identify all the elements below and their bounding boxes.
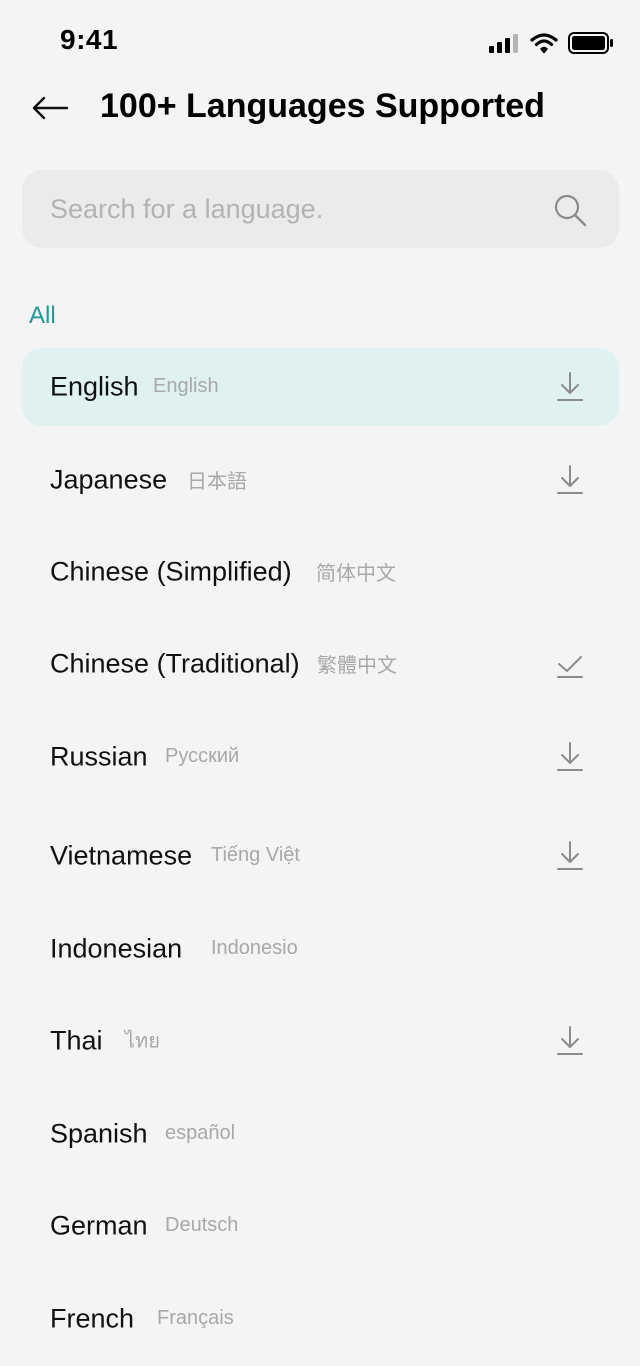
language-native-name: English — [153, 375, 219, 398]
status-time: 9:41 — [60, 24, 119, 55]
download-button[interactable] — [555, 463, 585, 497]
download-icon — [557, 1026, 583, 1055]
section-label-all: All — [29, 302, 56, 329]
language-native-name: Français — [157, 1307, 234, 1330]
language-row[interactable]: Japanese 日本語 — [22, 441, 619, 519]
language-row[interactable]: Chinese (Traditional) 繁體中文 — [22, 625, 619, 703]
language-name: Spanish — [50, 1118, 148, 1149]
language-selection-screen: 9:41 100+ Languages Supported Search for… — [0, 0, 640, 1366]
language-native-name: Русский — [165, 745, 240, 768]
page-title: 100+ Languages Supported — [100, 87, 545, 125]
language-row[interactable]: Indonesian Indonesio — [22, 910, 619, 988]
language-row[interactable]: English English — [22, 348, 619, 426]
language-row[interactable]: German Deutsch — [22, 1187, 619, 1265]
language-row[interactable]: Russian Русский — [22, 718, 619, 796]
download-button[interactable] — [555, 740, 585, 774]
download-button[interactable] — [555, 839, 585, 873]
language-name: Russian — [50, 741, 148, 772]
language-name: French — [50, 1303, 135, 1334]
download-icon — [557, 742, 583, 771]
downloaded-indicator — [555, 647, 585, 681]
search-box[interactable] — [22, 170, 619, 248]
download-icon — [557, 841, 583, 870]
language-native-name: 简体中文 — [316, 562, 396, 585]
header: 100+ Languages Supported — [0, 80, 640, 136]
language-native-name: Indonesio — [211, 937, 298, 960]
language-row[interactable]: Spanish español — [22, 1095, 619, 1173]
search-icon[interactable] — [553, 193, 587, 227]
language-row[interactable]: French Français — [22, 1280, 619, 1358]
language-native-name: Tiếng Việt — [211, 844, 300, 867]
download-icon — [557, 372, 583, 401]
language-name: German — [50, 1210, 148, 1241]
language-row[interactable]: Thai ไทย — [22, 1002, 619, 1080]
checkmark-icon — [557, 656, 583, 678]
language-name: Chinese (Simplified) — [50, 556, 292, 587]
language-name: Thai — [50, 1025, 103, 1056]
status-bar: 9:41 — [0, 0, 640, 80]
language-native-name: Deutsch — [165, 1214, 239, 1237]
search-input[interactable] — [50, 170, 530, 248]
cellular-signal-icon — [489, 34, 518, 53]
language-name: Chinese (Traditional) — [50, 648, 300, 679]
language-row[interactable]: Vietnamese Tiếng Việt — [22, 817, 619, 895]
language-native-name: 繁體中文 — [317, 654, 397, 677]
language-row[interactable]: Chinese (Simplified) 简体中文 — [22, 533, 619, 611]
download-button[interactable] — [555, 370, 585, 404]
download-button[interactable] — [555, 1024, 585, 1058]
language-name: English — [50, 371, 139, 402]
language-native-name: español — [165, 1122, 236, 1145]
language-native-name: ไทย — [125, 1030, 160, 1053]
battery-icon — [568, 32, 613, 54]
wifi-icon — [530, 33, 558, 54]
arrow-left-icon — [32, 96, 69, 120]
language-native-name: 日本語 — [187, 470, 247, 493]
download-icon — [557, 465, 583, 494]
language-name: Vietnamese — [50, 840, 193, 871]
status-icons — [488, 30, 614, 56]
back-button[interactable] — [24, 86, 76, 130]
language-name: Indonesian — [50, 933, 183, 964]
language-name: Japanese — [50, 464, 168, 495]
